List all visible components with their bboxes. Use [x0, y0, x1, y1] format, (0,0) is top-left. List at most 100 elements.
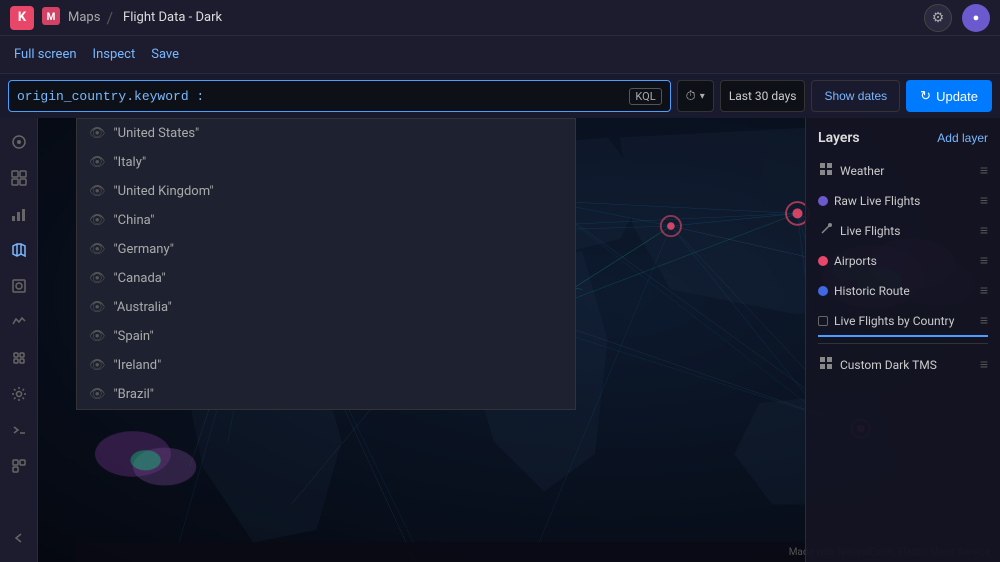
layer-live-flights-by-country[interactable]: Live Flights by Country ≡ — [818, 306, 988, 337]
layer-custom-dark-tms-menu-icon[interactable]: ≡ — [980, 356, 988, 373]
left-sidebar — [0, 118, 38, 562]
sidebar-icon-canvas[interactable] — [5, 272, 33, 300]
eye-icon-0: 👁 — [89, 126, 106, 141]
layer-weather-menu-icon[interactable]: ≡ — [980, 162, 988, 179]
layer-live-flights-by-country-checkbox — [818, 316, 828, 326]
eye-icon-3: 👁 — [89, 213, 106, 228]
layer-divider — [818, 343, 988, 344]
layer-airports-dot — [818, 256, 828, 266]
sidebar-icon-maps[interactable] — [5, 236, 33, 264]
layer-live-flights-name: Live Flights — [840, 224, 974, 238]
dropdown-item-text-7: "Spain" — [114, 329, 154, 344]
layer-airports[interactable]: Airports ≡ — [818, 246, 988, 276]
sidebar-icon-dashboard[interactable] — [5, 164, 33, 192]
layer-live-flights-by-country-menu-icon[interactable]: ≡ — [980, 312, 988, 329]
breadcrumb-maps[interactable]: Maps — [68, 10, 100, 25]
chevron-down-icon: ▾ — [700, 91, 705, 102]
layer-historic-route-menu-icon[interactable]: ≡ — [980, 282, 988, 299]
eye-icon-6: 👁 — [89, 300, 106, 315]
dropdown-item-4[interactable]: 👁 "Germany" — [77, 235, 575, 264]
layer-custom-dark-tms-name: Custom Dark TMS — [840, 358, 974, 372]
layer-historic-route[interactable]: Historic Route ≡ — [818, 276, 988, 306]
layer-raw-live-flights[interactable]: Raw Live Flights ≡ — [818, 186, 988, 216]
eye-icon-4: 👁 — [89, 242, 106, 257]
dropdown-item-6[interactable]: 👁 "Australia" — [77, 293, 575, 322]
kibana-m-icon: M — [42, 7, 60, 29]
refresh-icon: ↻ — [920, 88, 931, 104]
sidebar-icon-collapse[interactable] — [5, 524, 33, 552]
dropdown-item-7[interactable]: 👁 "Spain" — [77, 322, 575, 351]
layer-historic-route-dot — [818, 286, 828, 296]
show-dates-button[interactable]: Show dates — [811, 80, 900, 112]
dropdown-item-text-3: "China" — [114, 213, 155, 228]
sidebar-icon-ml[interactable] — [5, 344, 33, 372]
eye-icon-8: 👁 — [89, 358, 106, 373]
dropdown-item-text-4: "Germany" — [114, 242, 174, 257]
update-label: Update — [936, 89, 978, 104]
layer-live-flights-by-country-name: Live Flights by Country — [834, 314, 974, 328]
layers-title: Layers — [818, 130, 860, 146]
page-title: Flight Data - Dark — [123, 10, 222, 25]
layer-weather[interactable]: Weather ≡ — [818, 156, 988, 186]
sidebar-bottom — [5, 524, 33, 552]
user-avatar[interactable]: ● — [962, 4, 990, 32]
dropdown-item-9[interactable]: 👁 "Brazil" — [77, 380, 575, 409]
eye-icon-1: 👁 — [89, 155, 106, 170]
sidebar-icon-management[interactable] — [5, 380, 33, 408]
layer-custom-dark-tms[interactable]: Custom Dark TMS ≡ — [818, 350, 988, 380]
dropdown-item-2[interactable]: 👁 "United Kingdom" — [77, 177, 575, 206]
second-bar: Full screen Inspect Save — [0, 36, 1000, 74]
layer-custom-dark-tms-grid-icon — [818, 357, 834, 372]
time-range-text: Last 30 days — [729, 89, 797, 103]
kibana-logo: K — [10, 6, 34, 30]
time-range-display: Last 30 days — [720, 80, 806, 112]
layer-raw-live-flights-dot — [818, 196, 828, 206]
layer-weather-name: Weather — [840, 164, 974, 178]
time-filter[interactable]: ⏱ ▾ — [677, 80, 714, 112]
sidebar-icon-visualize[interactable] — [5, 200, 33, 228]
eye-icon-2: 👁 — [89, 184, 106, 199]
sidebar-icon-discover[interactable] — [5, 128, 33, 156]
update-button[interactable]: ↻ Update — [906, 80, 992, 112]
dropdown-item-text-0: "United States" — [114, 126, 200, 141]
layer-airports-menu-icon[interactable]: ≡ — [980, 252, 988, 269]
query-input[interactable] — [17, 89, 629, 104]
inspect-link[interactable]: Inspect — [93, 47, 136, 62]
clock-icon: ⏱ — [686, 89, 696, 104]
layer-weather-grid-icon — [818, 163, 834, 178]
sidebar-icon-apm[interactable] — [5, 308, 33, 336]
eye-icon-9: 👁 — [89, 387, 106, 402]
settings-icon-button[interactable]: ⚙ — [924, 4, 952, 32]
dropdown-item-8[interactable]: 👁 "Ireland" — [77, 351, 575, 380]
top-bar-actions: ⚙ ● — [924, 4, 990, 32]
sidebar-icon-spaces[interactable] — [5, 452, 33, 480]
add-layer-button[interactable]: Add layer — [937, 131, 988, 145]
save-link[interactable]: Save — [151, 47, 179, 62]
main-area: UNITED STATES OF AMERICA LOS A... 👁 "Uni… — [0, 118, 1000, 562]
top-bar: K M Maps / Flight Data - Dark ⚙ ● — [0, 0, 1000, 36]
breadcrumb-separator: / — [106, 8, 113, 27]
dropdown-item-3[interactable]: 👁 "China" — [77, 206, 575, 235]
layer-live-flights-route-icon — [818, 223, 834, 238]
layer-raw-live-flights-name: Raw Live Flights — [834, 194, 974, 208]
fullscreen-link[interactable]: Full screen — [14, 47, 77, 62]
dropdown-item-text-2: "United Kingdom" — [114, 184, 214, 199]
sidebar-icon-dev-tools[interactable] — [5, 416, 33, 444]
dropdown-item-text-1: "Italy" — [114, 155, 147, 170]
layer-live-flights[interactable]: Live Flights ≡ — [818, 216, 988, 246]
eye-icon-5: 👁 — [89, 271, 106, 286]
dropdown-item-text-9: "Brazil" — [114, 387, 154, 402]
layer-airports-name: Airports — [834, 254, 974, 268]
kql-badge[interactable]: KQL — [629, 88, 661, 105]
eye-icon-7: 👁 — [89, 329, 106, 344]
dropdown-item-5[interactable]: 👁 "Canada" — [77, 264, 575, 293]
autocomplete-dropdown: 👁 "United States" 👁 "Italy" 👁 "United Ki… — [76, 118, 576, 410]
svg-text:M: M — [47, 12, 56, 23]
dropdown-item-1[interactable]: 👁 "Italy" — [77, 148, 575, 177]
dropdown-item-text-6: "Australia" — [114, 300, 172, 315]
layer-live-flights-menu-icon[interactable]: ≡ — [980, 222, 988, 239]
dropdown-item-text-5: "Canada" — [114, 271, 166, 286]
query-bar: KQL ⏱ ▾ Last 30 days Show dates ↻ Update — [0, 74, 1000, 118]
dropdown-item-0[interactable]: 👁 "United States" — [77, 119, 575, 148]
layer-raw-live-flights-menu-icon[interactable]: ≡ — [980, 192, 988, 209]
